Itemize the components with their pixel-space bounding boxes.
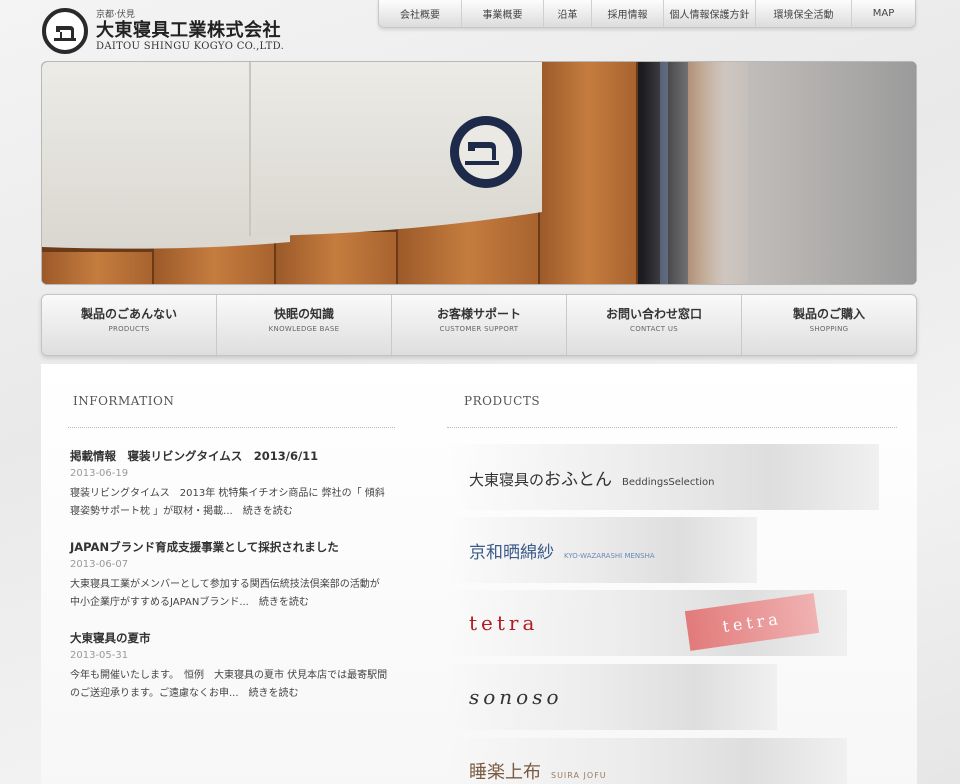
- product-name: tetra: [469, 611, 539, 635]
- main-nav-label: 製品のご購入: [792, 307, 865, 321]
- product-banner-suirajofu[interactable]: 睡楽上布 SUIRA JOFU: [447, 738, 847, 784]
- product-name: 睡楽上布: [469, 762, 541, 783]
- product-banner-futon[interactable]: 大東寝具のおふとん BeddingsSelection: [447, 444, 879, 510]
- product-banner-tetra[interactable]: tetra tetra: [447, 590, 847, 656]
- news-excerpt: 寝装リビングタイムス 2013年 枕特集イチオシ商品に 弊社の「 傾斜寝姿勢サポ…: [70, 488, 385, 517]
- top-nav-privacy-policy[interactable]: 個人情報保護方針: [663, 0, 755, 27]
- main-nav-contact-us[interactable]: お問い合わせ窓口 CONTACT US: [566, 295, 741, 355]
- sewing-machine-emblem-icon: [450, 116, 522, 188]
- information-divider: [68, 427, 395, 428]
- news-title[interactable]: 掲載情報 寝装リビングタイムス 2013/6/11: [70, 448, 390, 464]
- news-date: 2013-06-07: [70, 559, 129, 570]
- company-name-en: DAITOU SHINGU KOGYO CO.,LTD.: [96, 40, 285, 52]
- information-heading: INFORMATION: [73, 394, 175, 408]
- sewing-machine-logo-icon: [42, 8, 88, 54]
- main-nav-knowledge-base[interactable]: 快眠の知識 KNOWLEDGE BASE: [216, 295, 391, 355]
- news-item: 大東寝具の夏市 2013-05-31 今年も開催いたします。 恒例 大東寝具の夏…: [70, 630, 390, 702]
- main-nav-customer-support[interactable]: お客様サポート CUSTOMER SUPPORT: [391, 295, 566, 355]
- main-nav-sub: SHOPPING: [809, 325, 849, 333]
- read-more-link[interactable]: 続きを読む: [249, 688, 299, 699]
- product-banner-kyowazarashi[interactable]: 京和晒綿紗 KYO-WAZARASHI MENSHA: [447, 517, 757, 583]
- product-subtitle: BeddingsSelection: [622, 476, 715, 488]
- product-name: 京和晒綿紗: [469, 542, 554, 563]
- products-heading: PRODUCTS: [464, 394, 541, 408]
- main-nav-sub: CONTACT US: [630, 325, 678, 333]
- news-date: 2013-05-31: [70, 650, 129, 661]
- main-nav-sub: CUSTOMER SUPPORT: [439, 325, 519, 333]
- news-excerpt: 大東寝具工業がメンバーとして参加する関西伝統技法倶楽部の活動が 中小企業庁がすす…: [70, 579, 380, 608]
- product-name-prefix: 大東寝具の: [469, 470, 545, 489]
- top-nav-history[interactable]: 沿革: [543, 0, 591, 27]
- main-nav-label: お客様サポート: [436, 307, 521, 321]
- logo-region: 京都·伏見: [96, 9, 135, 20]
- main-nav-label: 製品のごあんない: [80, 307, 177, 321]
- read-more-link[interactable]: 続きを読む: [243, 506, 293, 517]
- main-nav-label: 快眠の知識: [273, 307, 334, 321]
- main-nav-sub: KNOWLEDGE BASE: [268, 325, 340, 333]
- news-date: 2013-06-19: [70, 468, 129, 479]
- top-nav-environment[interactable]: 環境保全活動: [755, 0, 851, 27]
- product-name: おふとん: [544, 469, 613, 490]
- top-nav-company-profile[interactable]: 会社概要: [379, 0, 461, 27]
- top-nav: 会社概要 事業概要 沿革 採用情報 個人情報保護方針 環境保全活動 MAP: [378, 0, 916, 28]
- top-nav-recruitment[interactable]: 採用情報: [591, 0, 663, 27]
- main-nav-label: お問い合わせ窓口: [605, 307, 702, 321]
- read-more-link[interactable]: 続きを読む: [259, 597, 309, 608]
- company-logo[interactable]: 京都·伏見 大東寝具工業株式会社 DAITOU SHINGU KOGYO CO.…: [42, 8, 284, 54]
- top-nav-business-overview[interactable]: 事業概要: [461, 0, 543, 27]
- product-name: sonoso: [469, 685, 563, 709]
- news-title[interactable]: 大東寝具の夏市: [70, 630, 390, 646]
- news-excerpt: 今年も開催いたします。 恒例 大東寝具の夏市 伏見本店では最寄駅間のご送迎承りま…: [70, 670, 388, 699]
- content-panel: INFORMATION 掲載情報 寝装リビングタイムス 2013/6/11 20…: [41, 364, 917, 784]
- main-nav-products[interactable]: 製品のごあんない PRODUCTS: [42, 295, 216, 355]
- news-title[interactable]: JAPANブランド育成支援事業として採択されました: [70, 539, 390, 555]
- products-divider: [447, 427, 897, 428]
- company-name: 大東寝具工業株式会社: [96, 19, 281, 41]
- product-banner-sonoso[interactable]: sonoso: [447, 664, 777, 730]
- main-nav: 製品のごあんない PRODUCTS 快眠の知識 KNOWLEDGE BASE お…: [41, 294, 917, 356]
- top-nav-map[interactable]: MAP: [851, 0, 915, 27]
- news-item: JAPANブランド育成支援事業として採択されました 2013-06-07 大東寝…: [70, 539, 390, 611]
- product-subtitle: KYO-WAZARASHI MENSHA: [564, 551, 655, 560]
- news-item: 掲載情報 寝装リビングタイムス 2013/6/11 2013-06-19 寝装リ…: [70, 448, 390, 520]
- hero-image: [41, 61, 917, 285]
- product-subtitle: SUIRA JOFU: [551, 771, 607, 780]
- main-nav-shopping[interactable]: 製品のご購入 SHOPPING: [741, 295, 916, 355]
- main-nav-sub: PRODUCTS: [108, 325, 150, 333]
